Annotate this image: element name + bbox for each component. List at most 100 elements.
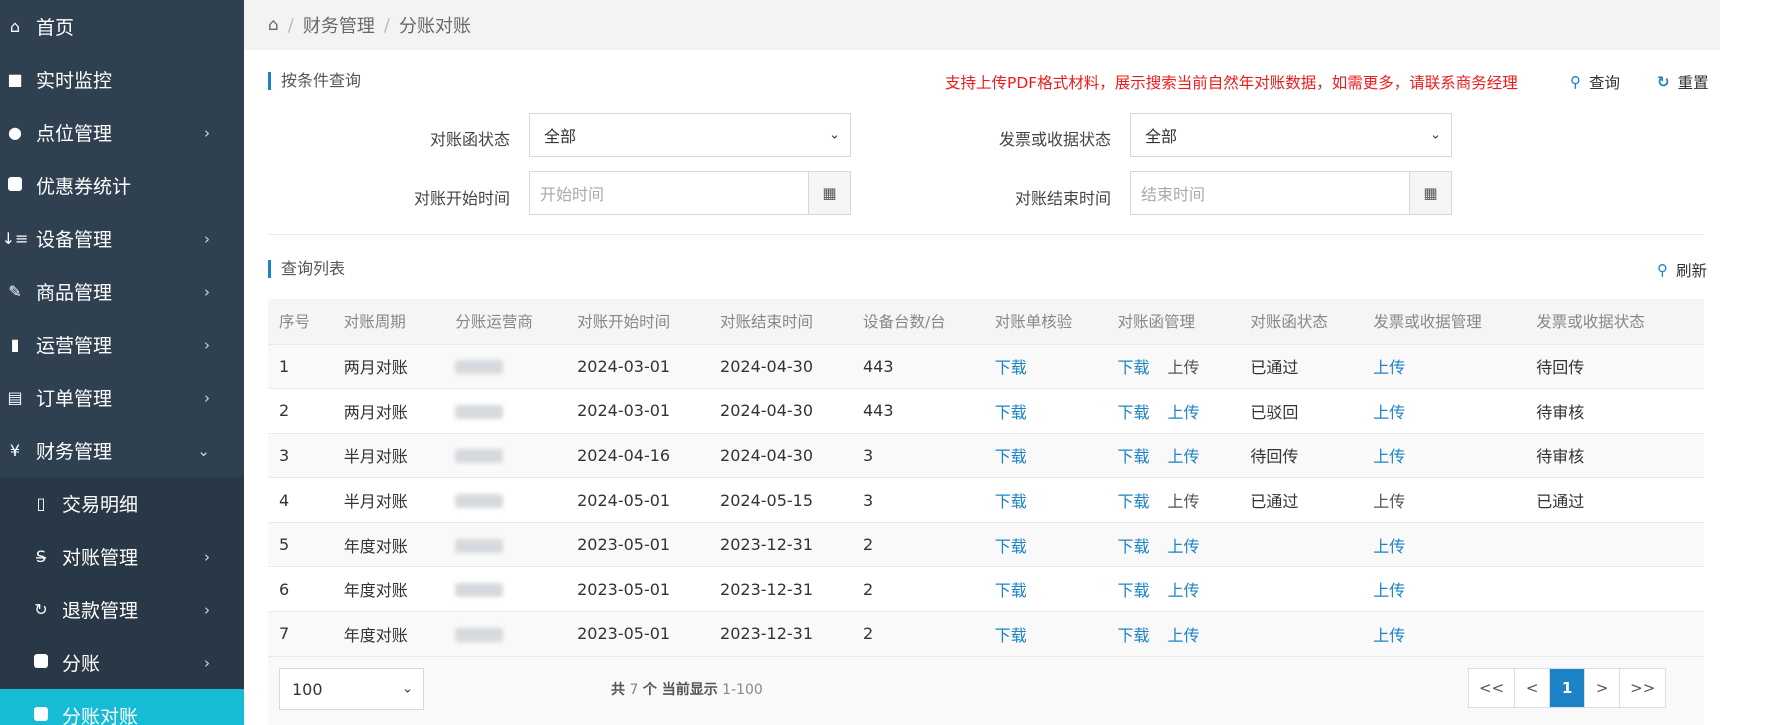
verify-download-link[interactable]: 下载 bbox=[995, 358, 1027, 377]
last-page-button[interactable]: >> bbox=[1620, 669, 1665, 707]
letter-status-select[interactable]: 全部 ⌄ bbox=[529, 113, 851, 157]
sidebar-item-交易明细[interactable]: ▯ 交易明细 bbox=[0, 477, 244, 530]
invoice-status-cell: 待回传 bbox=[1536, 358, 1585, 378]
letter-upload-link[interactable]: 上传 bbox=[1168, 581, 1200, 600]
invoice-upload-link[interactable]: 上传 bbox=[1373, 403, 1405, 422]
invoice-upload-link[interactable]: 上传 bbox=[1373, 447, 1405, 466]
operator-name-redacted bbox=[455, 404, 504, 419]
start-date-cell: 2023-05-01 bbox=[577, 535, 671, 555]
verify-download-link[interactable]: 下载 bbox=[995, 537, 1027, 556]
sidebar-item-实时监控[interactable]: ■ 实时监控 bbox=[0, 53, 244, 106]
end-time-input[interactable]: 结束时间 ▦ bbox=[1130, 171, 1452, 215]
calendar-icon[interactable]: ▦ bbox=[1409, 172, 1451, 214]
column-header: 对账结束时间 bbox=[709, 299, 852, 345]
first-page-button[interactable]: << bbox=[1469, 669, 1516, 707]
reset-button[interactable]: ↻ 重置 bbox=[1657, 71, 1709, 93]
page-size-select[interactable]: 100 ⌄ bbox=[279, 668, 424, 710]
sidebar-item-设备管理[interactable]: ↓≡ 设备管理 › bbox=[0, 212, 244, 265]
verify-download-link[interactable]: 下载 bbox=[995, 626, 1027, 645]
verify-download-link[interactable]: 下载 bbox=[995, 403, 1027, 422]
invoice-upload-link[interactable]: 上传 bbox=[1373, 537, 1405, 556]
query-button[interactable]: ⚲ 查询 bbox=[1570, 71, 1620, 93]
sidebar-item-label: 优惠券统计 bbox=[36, 176, 132, 198]
chevron-right-icon: › bbox=[204, 653, 210, 672]
square-icon bbox=[0, 176, 30, 195]
letter-download-link[interactable]: 下载 bbox=[1118, 358, 1150, 377]
start-time-input[interactable]: 开始时间 ▦ bbox=[529, 171, 851, 215]
invoice-status-cell: 待审核 bbox=[1536, 447, 1585, 467]
column-header: 发票或收据管理 bbox=[1362, 299, 1526, 345]
breadcrumb-level1[interactable]: 财务管理 bbox=[303, 12, 375, 38]
verify-download-link[interactable]: 下载 bbox=[995, 447, 1027, 466]
invoice-upload-link[interactable]: 上传 bbox=[1373, 581, 1405, 600]
sidebar-item-label: 运营管理 bbox=[36, 335, 113, 357]
pagination: << < 1 > >> bbox=[1468, 668, 1667, 708]
sidebar-item-分账[interactable]: 分账 › bbox=[0, 636, 244, 689]
sidebar-item-退款管理[interactable]: ↻ 退款管理 › bbox=[0, 583, 244, 636]
start-date-cell: 2024-04-16 bbox=[577, 445, 671, 465]
end-date-cell: 2024-04-30 bbox=[720, 445, 814, 465]
period-cell: 两月对账 bbox=[343, 402, 408, 422]
column-header: 发票或收据状态 bbox=[1525, 299, 1704, 345]
operator-name-redacted bbox=[455, 538, 504, 553]
verify-download-link[interactable]: 下载 bbox=[995, 492, 1027, 511]
table-row: 6 年度对账 2023-05-01 2023-12-31 2 下载 下载 上传 上传 bbox=[268, 566, 1704, 613]
next-page-button[interactable]: > bbox=[1585, 669, 1621, 707]
page-1-button[interactable]: 1 bbox=[1550, 669, 1586, 707]
sidebar-item-财务管理[interactable]: ¥ 财务管理 ⌄ bbox=[0, 424, 244, 477]
breadcrumb-separator: / bbox=[287, 14, 294, 36]
column-header: 对账单核验 bbox=[983, 299, 1107, 345]
breadcrumb: ⌂ / 财务管理 / 分账对账 bbox=[244, 0, 1720, 50]
letter-status-cell: 已通过 bbox=[1250, 358, 1299, 378]
sidebar-item-点位管理[interactable]: ● 点位管理 › bbox=[0, 106, 244, 159]
column-header: 对账开始时间 bbox=[566, 299, 710, 345]
sidebar-item-优惠券统计[interactable]: 优惠券统计 bbox=[0, 159, 244, 212]
sidebar-item-label: 财务管理 bbox=[36, 441, 113, 463]
letter-download-link[interactable]: 下载 bbox=[1118, 447, 1150, 466]
sidebar-item-商品管理[interactable]: ✎ 商品管理 › bbox=[0, 265, 244, 318]
refresh-label: 刷新 bbox=[1676, 262, 1708, 280]
letter-download-link[interactable]: 下载 bbox=[1118, 537, 1150, 556]
prev-page-button[interactable]: < bbox=[1515, 669, 1551, 707]
operator-name-redacted bbox=[455, 494, 504, 509]
verify-download-link[interactable]: 下载 bbox=[995, 581, 1027, 600]
letter-upload-link[interactable]: 上传 bbox=[1168, 447, 1200, 466]
letter-download-link[interactable]: 下载 bbox=[1118, 492, 1150, 511]
letter-upload-link[interactable]: 上传 bbox=[1168, 626, 1200, 645]
divider bbox=[268, 234, 1704, 235]
period-cell: 两月对账 bbox=[343, 358, 408, 378]
start-date-cell: 2024-05-01 bbox=[577, 490, 671, 510]
table-row: 4 半月对账 2024-05-01 2024-05-15 3 下载 下载 上传 已通过 上传 已通过 bbox=[268, 477, 1704, 523]
table-row: 1 两月对账 2024-03-01 2024-04-30 443 下载 下载 上传 已通过 上传待… bbox=[268, 344, 1704, 390]
row-number: 2 bbox=[279, 401, 290, 421]
calendar-icon[interactable]: ▦ bbox=[808, 172, 850, 214]
letter-download-link[interactable]: 下载 bbox=[1118, 626, 1150, 645]
letter-download-link[interactable]: 下载 bbox=[1118, 403, 1150, 422]
letter-status-cell: 待回传 bbox=[1250, 447, 1299, 467]
refresh-icon: ↻ bbox=[1657, 73, 1670, 91]
sidebar-item-首页[interactable]: ⌂ 首页 bbox=[0, 0, 244, 53]
refresh-button[interactable]: ⚲ 刷新 bbox=[1657, 259, 1707, 281]
chevron-down-icon: ⌄ bbox=[402, 681, 413, 697]
invoice-upload-link[interactable]: 上传 bbox=[1373, 358, 1405, 377]
bookmark-icon: ▮ bbox=[10, 335, 20, 354]
letter-status-label: 对账函状态 bbox=[429, 130, 510, 149]
invoice-status-value: 全部 bbox=[1145, 127, 1178, 146]
sidebar-item-label: 分账 bbox=[62, 653, 101, 675]
sidebar-item-运营管理[interactable]: ▮ 运营管理 › bbox=[0, 318, 244, 371]
sidebar-item-对账管理[interactable]: S̶ 对账管理 › bbox=[0, 530, 244, 583]
home-icon[interactable]: ⌂ bbox=[268, 15, 279, 35]
period-cell: 年度对账 bbox=[343, 581, 408, 601]
invoice-upload-link: 上传 bbox=[1373, 492, 1406, 512]
invoice-upload-link[interactable]: 上传 bbox=[1373, 626, 1405, 645]
letter-upload-link[interactable]: 上传 bbox=[1168, 537, 1200, 556]
invoice-status-select[interactable]: 全部 ⌄ bbox=[1130, 113, 1452, 157]
period-cell: 半月对账 bbox=[343, 447, 408, 467]
sidebar-item-订单管理[interactable]: ▤ 订单管理 › bbox=[0, 371, 244, 424]
letter-upload-link[interactable]: 上传 bbox=[1168, 403, 1200, 422]
letter-download-link[interactable]: 下载 bbox=[1118, 581, 1150, 600]
reset-label: 重置 bbox=[1677, 74, 1709, 92]
device-count-cell: 3 bbox=[862, 445, 874, 465]
sidebar-item-分账对账[interactable]: 分账对账 bbox=[0, 689, 244, 725]
video-camera-icon: ■ bbox=[7, 70, 23, 89]
